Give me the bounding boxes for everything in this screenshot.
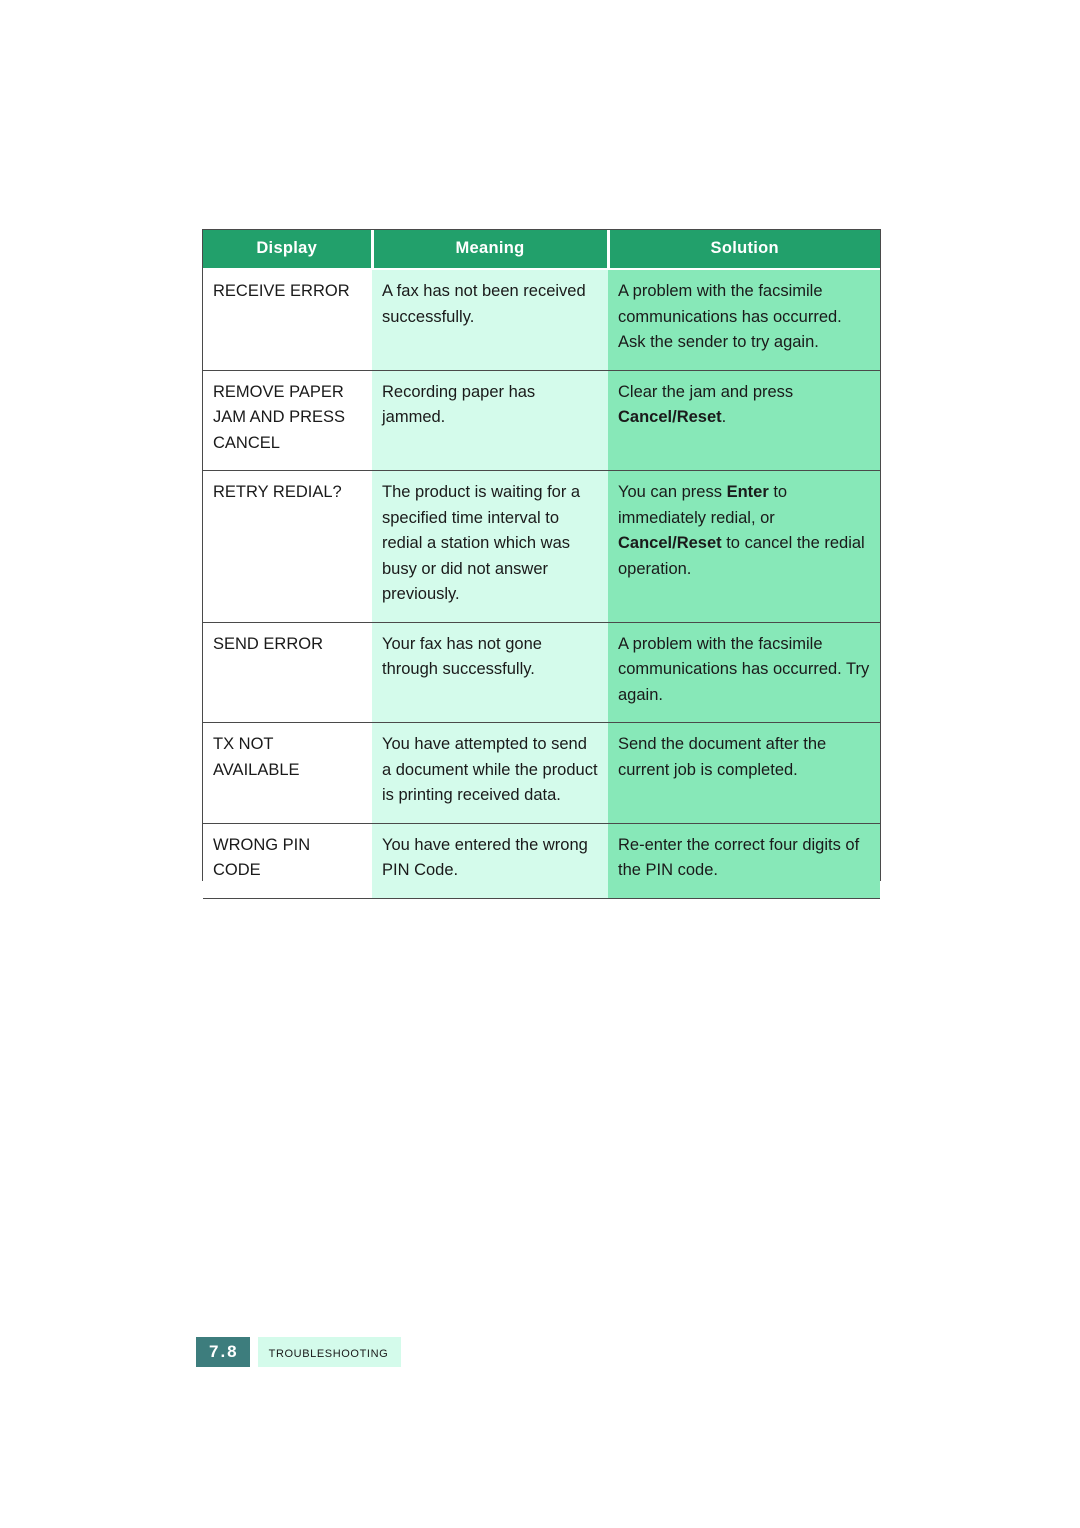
cell-display: REMOVE PAPER JAM AND PRESS CANCEL <box>203 370 372 471</box>
table-body: RECEIVE ERROR A fax has not been received… <box>203 269 880 899</box>
cell-meaning: You have attempted to send a document wh… <box>372 722 608 824</box>
cell-solution: Send the document after the current job … <box>608 722 880 824</box>
cell-meaning: Recording paper has jammed. <box>372 370 608 471</box>
table-row: RECEIVE ERROR A fax has not been received… <box>203 269 880 371</box>
cell-meaning: You have entered the wrong PIN Code. <box>372 823 608 899</box>
cell-solution: Clear the jam and press Cancel/Reset. <box>608 370 880 471</box>
table-header: Display Meaning Solution <box>203 230 880 270</box>
column-header-meaning: Meaning <box>372 230 610 270</box>
error-message-table: Display Meaning Solution RECEIVE ERROR A … <box>203 230 880 899</box>
solution-keyword: Cancel/Reset <box>618 534 722 552</box>
page-footer: 7.8 TROUBLESHOOTING <box>196 1337 402 1367</box>
cell-solution: You can press Enter to immediately redia… <box>608 470 880 623</box>
cell-display: RECEIVE ERROR <box>203 269 372 371</box>
cell-solution: A problem with the facsimile communicati… <box>608 269 880 371</box>
table-row: WRONG PIN CODE You have entered the wrong… <box>203 823 880 899</box>
table-header-row: Display Meaning Solution <box>203 230 880 270</box>
footer-page-number: 7.8 <box>196 1337 250 1367</box>
cell-display: TX NOT AVAILABLE <box>203 722 372 824</box>
table-row: TX NOT AVAILABLE You have attempted to se… <box>203 722 880 824</box>
cell-meaning: The product is waiting for a specified t… <box>372 470 608 623</box>
table-row: RETRY REDIAL? The product is waiting for … <box>203 470 880 623</box>
cell-display: RETRY REDIAL? <box>203 470 372 623</box>
cell-solution: Re-enter the correct four digits of the … <box>608 823 880 899</box>
footer-chapter-label: TROUBLESHOOTING <box>257 1337 402 1367</box>
cell-solution: A problem with the facsimile communicati… <box>608 622 880 723</box>
column-header-solution: Solution <box>608 230 880 270</box>
solution-keyword: Enter <box>726 483 769 501</box>
column-header-display: Display <box>203 230 374 270</box>
cell-meaning: A fax has not been received successfully… <box>372 269 608 371</box>
cell-display: SEND ERROR <box>203 622 372 723</box>
table-row: REMOVE PAPER JAM AND PRESS CANCEL Recordi… <box>203 370 880 471</box>
cell-display: WRONG PIN CODE <box>203 823 372 899</box>
cell-meaning: Your fax has not gone through successful… <box>372 622 608 723</box>
table-row: SEND ERROR Your fax has not gone through … <box>203 622 880 723</box>
solution-keyword: Cancel/Reset <box>618 408 722 426</box>
document-page: Display Meaning Solution RECEIVE ERROR A … <box>0 0 1080 1528</box>
